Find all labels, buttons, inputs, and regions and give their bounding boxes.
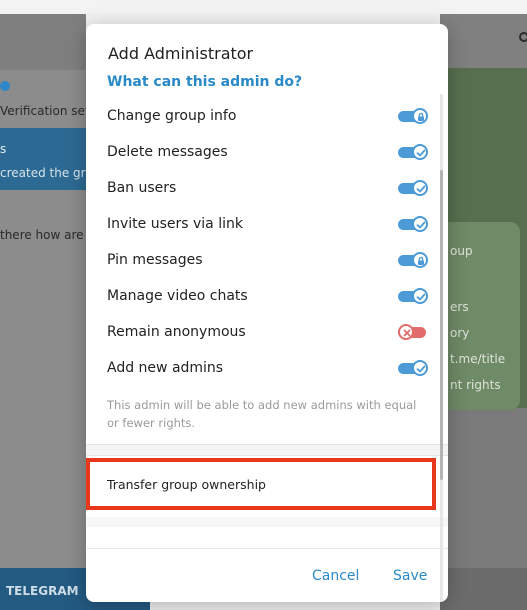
- lock-icon: [412, 252, 428, 268]
- bg-topbar: [0, 0, 527, 14]
- scrollbar-thumb[interactable]: [440, 170, 443, 480]
- add-administrator-dialog: Add Administrator What can this admin do…: [86, 24, 448, 602]
- check-icon: [412, 360, 428, 376]
- search-icon: [519, 32, 527, 42]
- permission-toggle[interactable]: [398, 216, 428, 232]
- permission-label: Invite users via link: [107, 216, 243, 232]
- permission-label: Change group info: [107, 108, 237, 124]
- bg-right-text: nt rights: [450, 378, 501, 392]
- footer-divider: [86, 548, 448, 549]
- permission-toggle[interactable]: [398, 108, 428, 124]
- permission-label: Manage video chats: [107, 288, 248, 304]
- permission-label: Remain anonymous: [107, 324, 246, 340]
- permission-toggle[interactable]: [398, 324, 428, 340]
- permission-label: Ban users: [107, 180, 177, 196]
- bg-right-text: ers: [450, 300, 469, 314]
- permission-label: Pin messages: [107, 252, 203, 268]
- bg-right-header: [440, 14, 527, 70]
- permission-row[interactable]: Manage video chats: [86, 279, 448, 315]
- x-icon: [398, 324, 414, 340]
- save-button[interactable]: Save: [393, 568, 427, 584]
- bg-right-bottom: [440, 568, 527, 610]
- permission-note: This admin will be able to add new admin…: [107, 398, 417, 430]
- bg-left-selected-item: [0, 128, 86, 190]
- permission-label: Delete messages: [107, 144, 228, 160]
- cancel-button[interactable]: Cancel: [312, 568, 359, 584]
- check-icon: [412, 180, 428, 196]
- permission-row[interactable]: Change group info: [86, 99, 448, 135]
- permission-toggle[interactable]: [398, 360, 428, 376]
- bg-left-text: s: [0, 142, 7, 156]
- check-icon: [412, 288, 428, 304]
- check-icon: [412, 144, 428, 160]
- bg-right-text: oup: [450, 244, 473, 258]
- permission-label: Add new admins: [107, 360, 224, 376]
- permission-row[interactable]: Delete messages: [86, 135, 448, 171]
- permission-toggle[interactable]: [398, 288, 428, 304]
- bg-left-text: there how are: [0, 228, 84, 242]
- check-icon: [412, 216, 428, 232]
- bg-right-text: ory: [450, 326, 470, 340]
- bg-footer-text: TELEGRAM: [6, 584, 79, 598]
- permission-row[interactable]: Pin messages: [86, 243, 448, 279]
- lock-icon: [412, 108, 428, 124]
- verified-icon: [0, 81, 10, 91]
- permission-row[interactable]: Add new admins: [86, 351, 448, 387]
- section-title: What can this admin do?: [107, 74, 303, 90]
- permission-row[interactable]: Ban users: [86, 171, 448, 207]
- permission-row[interactable]: Remain anonymous: [86, 315, 448, 351]
- bg-left-header: [0, 14, 86, 70]
- dialog-title: Add Administrator: [108, 44, 254, 63]
- highlight-box: [86, 458, 436, 510]
- permission-toggle[interactable]: [398, 252, 428, 268]
- permission-toggle[interactable]: [398, 180, 428, 196]
- bg-left-text: created the gro: [0, 166, 93, 180]
- section-divider: [86, 517, 448, 527]
- permission-row[interactable]: Invite users via link: [86, 207, 448, 243]
- bg-right-text: t.me/title: [450, 352, 506, 366]
- bg-left-text: Verification sett: [0, 104, 95, 118]
- permission-toggle[interactable]: [398, 144, 428, 160]
